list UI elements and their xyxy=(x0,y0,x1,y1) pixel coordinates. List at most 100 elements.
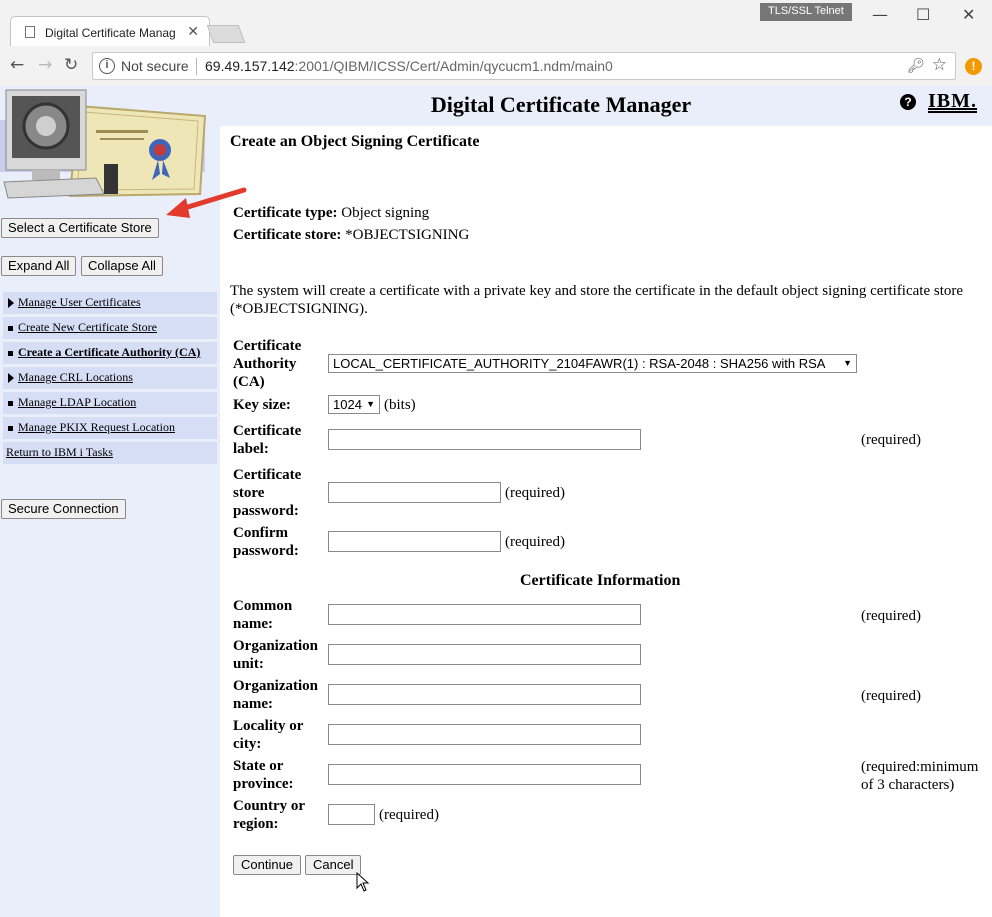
back-icon[interactable]: ← xyxy=(10,55,24,75)
locality-label: Locality or city: xyxy=(233,718,304,752)
close-window-icon[interactable]: ✕ xyxy=(962,5,975,24)
state-input[interactable] xyxy=(328,764,641,785)
organization-name-label: Organization name: xyxy=(233,678,318,712)
new-tab-button[interactable] xyxy=(206,25,246,43)
reload-icon[interactable]: ↻ xyxy=(64,55,78,75)
sidebar-item-label[interactable]: Return to IBM i Tasks xyxy=(6,445,113,459)
certificate-type-line: Certificate type: Object signing xyxy=(233,205,429,222)
browser-tab[interactable]: Digital Certificate Manag ✕ xyxy=(10,16,210,46)
required-note: (required) xyxy=(505,485,565,501)
address-bar: ← → ↻ i Not secure 69.49.157.142:2001/QI… xyxy=(0,46,992,86)
common-name-label: Common name: xyxy=(233,598,293,632)
section-title: Certificate Information xyxy=(520,572,681,589)
locality-input[interactable] xyxy=(328,724,641,745)
required-note: (required) xyxy=(379,807,439,823)
bullet-square-icon xyxy=(8,426,13,431)
certificate-store-line: Certificate store: *OBJECTSIGNING xyxy=(233,227,469,244)
sidebar-item-label[interactable]: Manage User Certificates xyxy=(18,295,141,309)
tls-badge: TLS/SSL Telnet xyxy=(760,3,852,21)
required-note: (required) xyxy=(861,608,921,624)
sidebar-item-return-to-ibm-i-tasks[interactable]: Return to IBM i Tasks xyxy=(3,442,217,464)
tab-strip: Digital Certificate Manag ✕ TLS/SSL Teln… xyxy=(0,0,992,46)
expand-triangle-icon xyxy=(8,373,14,383)
organization-unit-input[interactable] xyxy=(328,644,641,665)
app-title: Digital Certificate Manager xyxy=(430,92,692,117)
sidebar-item-label[interactable]: Create New Certificate Store xyxy=(18,320,157,334)
key-size-select[interactable]: 1024 ▼ xyxy=(328,395,380,414)
required-note: (required) xyxy=(505,534,565,550)
dropdown-arrow-icon: ▼ xyxy=(366,399,375,409)
bookmark-star-icon[interactable]: ☆ xyxy=(932,55,947,75)
ca-selected-value: LOCAL_CERTIFICATE_AUTHORITY_2104FAWR(1) … xyxy=(333,356,826,371)
ca-select[interactable]: LOCAL_CERTIFICATE_AUTHORITY_2104FAWR(1) … xyxy=(328,354,857,373)
url-field[interactable]: i Not secure 69.49.157.142:2001/QIBM/ICS… xyxy=(92,52,956,80)
common-name-input[interactable] xyxy=(328,604,641,625)
store-password-label: Certificate store password: xyxy=(233,467,302,519)
divider xyxy=(196,58,197,75)
select-certificate-store-button[interactable]: Select a Certificate Store xyxy=(1,218,159,238)
certificate-label-input[interactable] xyxy=(328,429,641,450)
sidebar-item-manage-ldap-location[interactable]: Manage LDAP Location xyxy=(3,392,217,414)
required-note: (required) xyxy=(861,432,921,448)
ca-label: Certificate Authority (CA) xyxy=(233,338,302,390)
sidebar-item-label[interactable]: Manage LDAP Location xyxy=(18,395,136,409)
sidebar-item-label[interactable]: Create a Certificate Authority (CA) xyxy=(18,345,200,359)
expand-all-button[interactable]: Expand All xyxy=(1,256,77,276)
description-text: The system will create a certificate wit… xyxy=(230,283,964,317)
sidebar-item-label[interactable]: Manage PKIX Request Location xyxy=(18,420,175,434)
secure-connection-button[interactable]: Secure Connection xyxy=(1,499,126,519)
url-host: 69.49.157.142 xyxy=(205,58,295,74)
banner: Digital Certificate Manager ? IBM. xyxy=(220,86,992,126)
maximize-icon[interactable]: ☐ xyxy=(916,5,930,24)
dropdown-arrow-icon: ▼ xyxy=(843,358,852,368)
key-size-unit: (bits) xyxy=(384,397,416,413)
minimize-icon[interactable]: — xyxy=(872,5,888,24)
continue-button[interactable]: Continue xyxy=(233,855,302,875)
main-content: Create an Object Signing Certificate Cer… xyxy=(220,126,992,917)
certificate-store-value: *OBJECTSIGNING xyxy=(345,227,470,243)
country-input[interactable] xyxy=(328,804,375,825)
tab-close-icon[interactable]: ✕ xyxy=(187,23,199,40)
page-title: Create an Object Signing Certificate xyxy=(230,133,480,150)
confirm-password-label: Confirm password: xyxy=(233,525,299,559)
sidebar-item-manage-pkix-request-location[interactable]: Manage PKIX Request Location xyxy=(3,417,217,439)
organization-unit-label: Organization unit: xyxy=(233,638,318,672)
security-label[interactable]: Not secure xyxy=(121,58,189,74)
country-label: Country or region: xyxy=(233,798,305,832)
bullet-square-icon xyxy=(8,351,13,356)
sidebar-item-create-new-certificate-store[interactable]: Create New Certificate Store xyxy=(3,317,217,339)
ibm-logo: IBM. xyxy=(928,90,977,112)
collapse-all-button[interactable]: Collapse All xyxy=(81,256,163,276)
required-min-note: (required:minimum of 3 characters) xyxy=(861,759,979,793)
key-size-label: Key size: xyxy=(233,397,291,413)
bullet-square-icon xyxy=(8,326,13,331)
sidebar-item-create-ca[interactable]: Create a Certificate Authority (CA) xyxy=(3,342,217,364)
browser-chrome: Digital Certificate Manag ✕ TLS/SSL Teln… xyxy=(0,0,992,86)
cancel-button[interactable]: Cancel xyxy=(305,855,362,875)
sidebar-item-label[interactable]: Manage CRL Locations xyxy=(18,370,133,384)
certificate-store-label: Certificate store: xyxy=(233,227,342,243)
key-icon[interactable]: 🔑︎ xyxy=(907,57,925,74)
url-path: :2001/QIBM/ICSS/Cert/Admin/qycucm1.ndm/m… xyxy=(294,58,613,74)
sidebar-item-manage-crl-locations[interactable]: Manage CRL Locations xyxy=(3,367,217,389)
info-icon[interactable]: i xyxy=(99,58,115,74)
certificate-type-value: Object signing xyxy=(341,205,430,221)
expand-triangle-icon xyxy=(8,298,14,308)
bullet-square-icon xyxy=(8,401,13,406)
certificate-label-label: Certificate label: xyxy=(233,423,302,457)
confirm-password-input[interactable] xyxy=(328,531,501,552)
required-note: (required) xyxy=(861,688,921,704)
organization-name-input[interactable] xyxy=(328,684,641,705)
url-text[interactable]: 69.49.157.142:2001/QIBM/ICSS/Cert/Admin/… xyxy=(205,58,613,74)
alert-icon[interactable]: ! xyxy=(965,58,982,75)
state-label: State or province: xyxy=(233,758,294,792)
forward-icon[interactable]: → xyxy=(38,55,52,75)
help-icon[interactable]: ? xyxy=(900,94,916,110)
key-size-value: 1024 xyxy=(333,397,362,412)
certificate-type-label: Certificate type: xyxy=(233,205,338,221)
tab-title: Digital Certificate Manag xyxy=(45,26,176,40)
page-icon xyxy=(25,26,35,38)
sidebar-item-manage-user-certificates[interactable]: Manage User Certificates xyxy=(3,292,217,314)
mouse-cursor-icon xyxy=(356,872,370,892)
store-password-input[interactable] xyxy=(328,482,501,503)
